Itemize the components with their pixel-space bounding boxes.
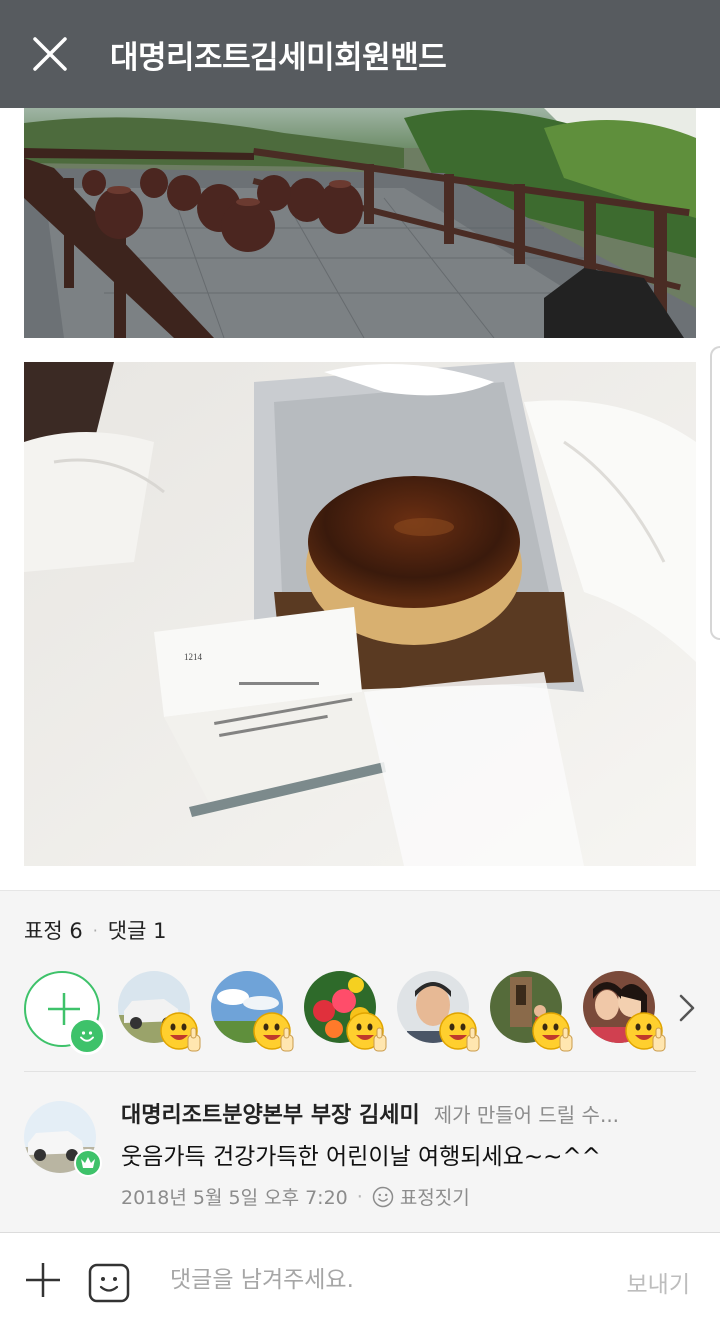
emotion-count[interactable]: 표정 6: [24, 915, 83, 945]
reactor-avatar-6[interactable]: [583, 971, 666, 1052]
comment-header: 대명리조트분양본부 부장 김세미 제가 만들어 드릴 수...: [121, 1097, 701, 1129]
photo-terrace-icon: [24, 108, 696, 338]
thumbs-up-smile-emoji-icon: [532, 1012, 573, 1052]
post-viewer: 대명리조트김세미회원밴드 1214 표정 6 · 댓글 1 대명리조트분양본부 …: [0, 0, 720, 1326]
photo-cake-icon: 1214: [24, 362, 696, 866]
side-scroll-handle[interactable]: [710, 346, 720, 640]
section-divider: [24, 1071, 696, 1072]
react-to-comment-button[interactable]: 표정짓기: [372, 1183, 470, 1210]
send-button[interactable]: 보내기: [627, 1265, 690, 1299]
comment-text: 웃음가득 건강가득한 어린이날 여행되세요~~^^: [121, 1144, 601, 1170]
reactor-avatar-5[interactable]: [490, 971, 573, 1052]
thumbs-up-smile-emoji-icon: [625, 1012, 666, 1052]
reactor-avatar-3[interactable]: [304, 971, 387, 1052]
attach-plus-icon[interactable]: [24, 1261, 62, 1299]
svg-text:1214: 1214: [184, 652, 203, 662]
crown-icon: [81, 1157, 95, 1168]
reactor-avatar-4[interactable]: [397, 971, 480, 1052]
thumbs-up-smile-emoji-icon: [439, 1012, 480, 1052]
comment-avatar[interactable]: [24, 1101, 102, 1177]
comment-item: 대명리조트분양본부 부장 김세미 제가 만들어 드릴 수... 웃음가득 건강가…: [24, 1097, 696, 1209]
smile-icon: [80, 1031, 94, 1042]
close-button[interactable]: [0, 0, 100, 108]
band-title: 대명리조트김세미회원밴드: [110, 39, 447, 76]
post-photo-1[interactable]: [24, 108, 696, 338]
top-app-bar: 대명리조트김세미회원밴드: [0, 0, 720, 108]
post-photo-2[interactable]: 1214: [24, 362, 696, 866]
add-reaction-button[interactable]: [24, 971, 106, 1055]
thumbs-up-smile-emoji-icon: [346, 1012, 387, 1052]
author-profile-preview: 제가 만들어 드릴 수...: [433, 1103, 620, 1127]
react-label: 표정짓기: [399, 1187, 470, 1209]
reactor-avatar-1[interactable]: [118, 971, 201, 1052]
comment-author[interactable]: 대명리조트분양본부 부장 김세미: [121, 1097, 420, 1129]
close-icon: [33, 37, 67, 71]
reactor-avatar-2[interactable]: [211, 971, 294, 1052]
smile-badge: [68, 1017, 106, 1055]
comment-input[interactable]: [170, 1255, 580, 1305]
comment-body: 대명리조트분양본부 부장 김세미 제가 만들어 드릴 수... 웃음가득 건강가…: [121, 1097, 701, 1210]
reactor-list: [24, 971, 704, 1055]
sticker-icon[interactable]: [88, 1263, 130, 1303]
comment-input-bar: 보내기: [0, 1232, 720, 1326]
leader-badge: [74, 1149, 102, 1177]
thumbs-up-smile-emoji-icon: [160, 1012, 201, 1052]
comment-count[interactable]: 댓글 1: [108, 915, 167, 945]
thumbs-up-smile-emoji-icon: [253, 1012, 294, 1052]
post-stats: 표정 6 · 댓글 1: [24, 915, 166, 945]
smile-outline-icon: [372, 1186, 394, 1207]
stats-separator: ·: [92, 920, 98, 940]
meta-separator: ·: [356, 1185, 363, 1208]
chevron-right-icon[interactable]: [678, 993, 696, 1023]
comment-timestamp: 2018년 5월 5일 오후 7:20: [121, 1187, 348, 1209]
comment-meta: 2018년 5월 5일 오후 7:20 · 표정짓기: [121, 1183, 701, 1210]
reaction-panel: 표정 6 · 댓글 1 대명리조트분양본부 부장 김세미 제가 만들어 드릴 수…: [0, 890, 720, 1232]
